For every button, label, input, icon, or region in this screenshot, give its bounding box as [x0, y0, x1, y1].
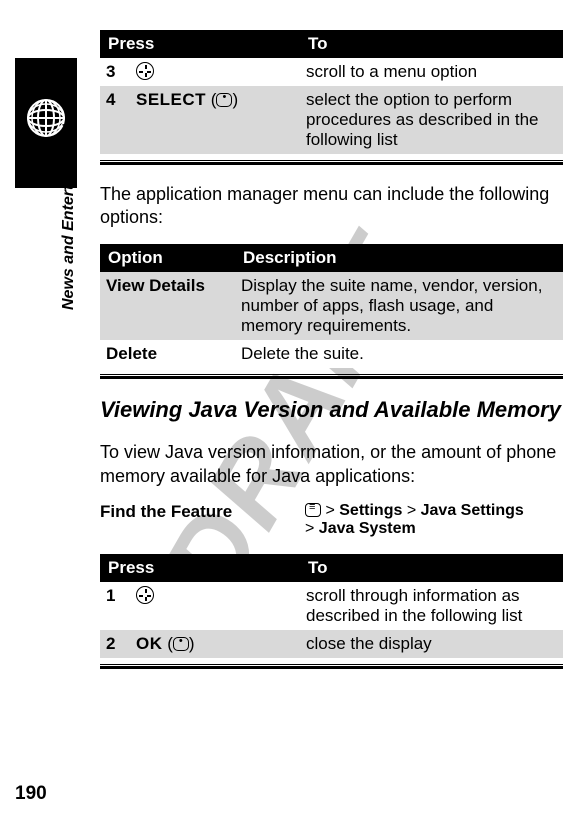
press-cell [130, 582, 300, 630]
table-row: View Details Display the suite name, ven… [100, 272, 563, 340]
option-description-table: Option Description View Details Display … [100, 244, 563, 368]
menu-key-icon [305, 503, 321, 517]
table-end-rule [100, 160, 563, 165]
header-to: To [300, 554, 563, 582]
navigation-key-icon [136, 62, 154, 80]
path-separator: > [305, 520, 314, 537]
path-segment: Java Settings [421, 502, 524, 519]
table-end-rule [100, 374, 563, 379]
table-row: 2 OK () close the display [100, 630, 563, 658]
body-paragraph: To view Java version information, or the… [100, 441, 563, 488]
header-press: Press [100, 554, 300, 582]
table-header-row: Press To [100, 30, 563, 58]
soft-key-icon [216, 93, 232, 107]
find-the-feature-row: Find the Feature > Settings > Java Setti… [100, 502, 563, 538]
find-path: > Settings > Java Settings > Java System [305, 502, 563, 538]
press-to-table-1: Press To 3 scroll to a menu option 4 SEL… [100, 30, 563, 154]
section-label: News and Entertainment [60, 123, 78, 310]
to-cell: select the option to perform procedures … [300, 86, 563, 154]
step-number: 1 [100, 582, 130, 630]
body-paragraph: The application manager menu can include… [100, 183, 563, 230]
press-cell [130, 58, 300, 86]
find-label: Find the Feature [100, 502, 305, 538]
table-row: 4 SELECT () select the option to perform… [100, 86, 563, 154]
table-row: Delete Delete the suite. [100, 340, 563, 368]
select-label: SELECT [136, 90, 206, 109]
ok-label: OK [136, 634, 163, 653]
to-cell: scroll through information as described … [300, 582, 563, 630]
navigation-key-icon [136, 586, 154, 604]
page-content: Press To 3 scroll to a menu option 4 SEL… [0, 0, 583, 669]
press-cell: OK () [130, 630, 300, 658]
path-separator: > [407, 502, 416, 519]
table-row: 1 scroll through information as describe… [100, 582, 563, 630]
section-heading: Viewing Java Version and Available Memor… [100, 397, 563, 423]
soft-key-icon [173, 637, 189, 651]
description-cell: Delete the suite. [235, 340, 563, 368]
press-cell: SELECT () [130, 86, 300, 154]
table-row: 3 scroll to a menu option [100, 58, 563, 86]
to-cell: scroll to a menu option [300, 58, 563, 86]
option-cell: View Details [100, 272, 235, 340]
description-cell: Display the suite name, vendor, version,… [235, 272, 563, 340]
header-option: Option [100, 244, 235, 272]
path-separator: > [325, 502, 334, 519]
table-header-row: Option Description [100, 244, 563, 272]
step-number: 4 [100, 86, 130, 154]
table-header-row: Press To [100, 554, 563, 582]
step-number: 2 [100, 630, 130, 658]
table-end-rule [100, 664, 563, 669]
step-number: 3 [100, 58, 130, 86]
to-cell: close the display [300, 630, 563, 658]
path-segment: Settings [339, 502, 402, 519]
header-to: To [300, 30, 563, 58]
page-number: 190 [15, 783, 47, 805]
path-segment: Java System [319, 520, 416, 537]
header-press: Press [100, 30, 300, 58]
press-to-table-2: Press To 1 scroll through information as… [100, 554, 563, 658]
header-description: Description [235, 244, 563, 272]
option-cell: Delete [100, 340, 235, 368]
